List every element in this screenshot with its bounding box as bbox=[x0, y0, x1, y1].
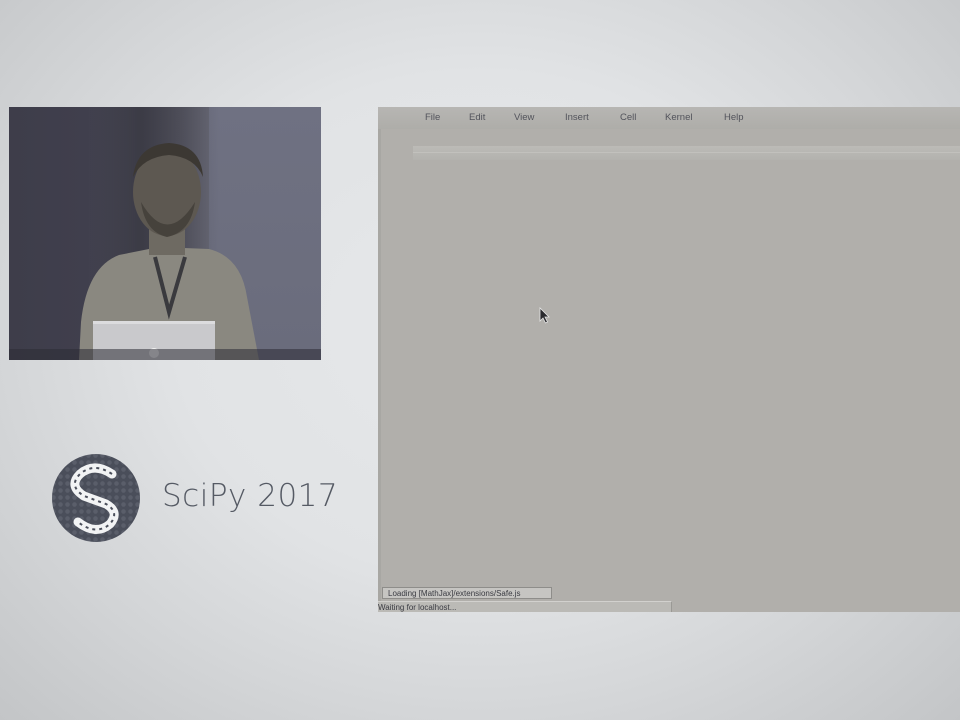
conference-name: SciPy 2017 bbox=[162, 478, 339, 514]
browser-status-bar: Waiting for localhost... bbox=[378, 601, 672, 612]
menu-help[interactable]: Help bbox=[724, 112, 744, 123]
menu-kernel[interactable]: Kernel bbox=[665, 112, 692, 123]
scipy-logo-icon bbox=[52, 454, 140, 542]
window-edge bbox=[378, 129, 381, 609]
menu-view[interactable]: View bbox=[514, 112, 534, 123]
menu-edit[interactable]: Edit bbox=[469, 112, 485, 123]
mouse-cursor-icon bbox=[539, 307, 550, 324]
menu-file[interactable]: File bbox=[425, 112, 440, 123]
speaker-video bbox=[9, 107, 321, 360]
menu-cell[interactable]: Cell bbox=[620, 112, 636, 123]
notebook-screen: File Edit View Insert Cell Kernel Help L… bbox=[378, 107, 960, 612]
toolbar[interactable] bbox=[413, 146, 960, 160]
toolbar-divider bbox=[413, 152, 960, 153]
speaker-figure bbox=[9, 143, 321, 360]
menu-bar: File Edit View Insert Cell Kernel Help bbox=[378, 107, 960, 129]
loading-indicator: Loading [MathJax]/extensions/Safe.js bbox=[382, 587, 552, 599]
menu-insert[interactable]: Insert bbox=[565, 112, 589, 123]
